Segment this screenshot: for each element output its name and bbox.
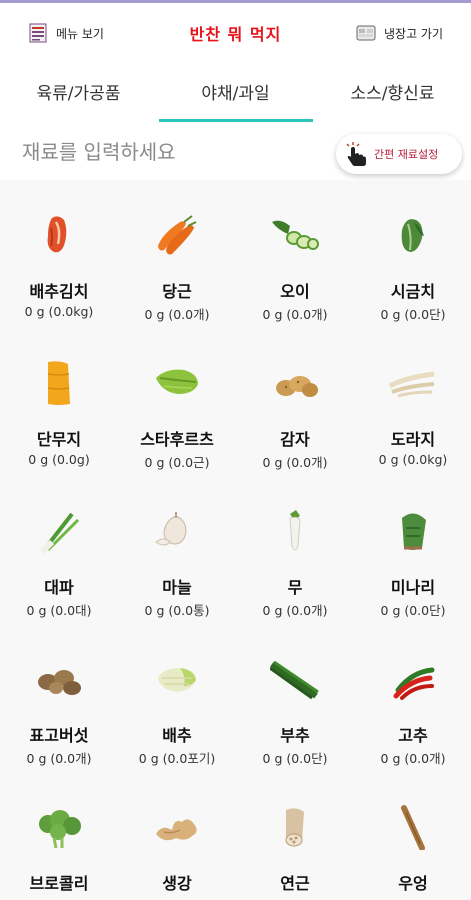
ingredient-amount: 0 g (0.0개) [262, 603, 328, 618]
ingredient-name: 우엉 [398, 874, 428, 893]
ingredient-name: 스타후르츠 [140, 430, 214, 449]
ginger-icon [156, 819, 197, 841]
ingredient-name: 부추 [280, 726, 310, 745]
ingredient-amount: 0 g (0.0단) [380, 603, 446, 618]
ingredient-name: 배추김치 [29, 282, 89, 301]
ingredient-item[interactable]: 시금치 0 g (0.0단) [354, 180, 471, 328]
ingredient-amount: 0 g (0.0대) [26, 603, 92, 618]
ingredient-item[interactable]: 표고버섯 0 g (0.0개) [0, 624, 118, 772]
ingredient-item[interactable]: 배추김치 0 g (0.0kg) [0, 180, 118, 328]
ingredient-item[interactable]: 생강 [118, 772, 236, 900]
ingredient-item[interactable]: 배추 0 g (0.0포기) [118, 624, 236, 772]
ingredient-amount: 0 g (0.0개) [26, 751, 92, 766]
ingredient-item[interactable]: 도라지 0 g (0.0kg) [354, 328, 471, 476]
quick-ingredient-setup-button[interactable]: 간편 재료설정 [336, 134, 462, 174]
fridge-icon [356, 25, 376, 41]
kimchi-icon [47, 216, 67, 253]
ingredient-item[interactable]: 무 0 g (0.0개) [236, 476, 354, 624]
carrot-icon [158, 215, 197, 255]
bellflower-root-icon [388, 371, 435, 398]
lotus-root-icon [285, 808, 304, 847]
search-bar: 간편 재료설정 [0, 122, 471, 180]
ingredient-name: 배추 [162, 726, 192, 745]
potato-icon [276, 376, 318, 397]
quick-ingredient-setup-label: 간편 재료설정 [374, 148, 439, 161]
ingredient-amount: 0 g (0.0통) [144, 603, 210, 618]
napa-cabbage-icon [158, 668, 196, 692]
ingredient-item[interactable]: 오이 0 g (0.0개) [236, 180, 354, 328]
ingredient-item[interactable]: 단무지 0 g (0.0g) [0, 328, 118, 476]
broccoli-icon [39, 810, 81, 849]
ingredient-amount: 0 g (0.0단) [380, 307, 446, 322]
garlic-icon [155, 512, 187, 546]
ingredient-name: 브로콜리 [29, 874, 89, 893]
ingredient-search-input[interactable] [22, 134, 312, 170]
ingredient-name: 시금치 [390, 282, 436, 301]
pickled-radish-icon [47, 361, 70, 405]
ingredient-name: 연근 [280, 874, 310, 893]
ingredient-amount: 0 g (0.0개) [262, 307, 328, 322]
ingredient-amount: 0 g (0.0개) [262, 455, 328, 470]
ingredient-name: 오이 [280, 282, 310, 301]
ingredient-name: 당근 [162, 282, 192, 301]
radish-icon [289, 510, 301, 551]
fridge-label: 냉장고 가기 [383, 26, 443, 41]
ingredient-amount: 0 g (0.0단) [262, 751, 328, 766]
ingredient-item[interactable]: 대파 0 g (0.0대) [0, 476, 118, 624]
cucumber-icon [272, 220, 319, 250]
ingredient-amount: 0 g (0.0포기) [138, 751, 216, 766]
fridge-button[interactable]: 냉장고 가기 [356, 23, 443, 43]
hand-pointer-icon [346, 142, 366, 166]
ingredient-grid: 배추김치 0 g (0.0kg) 당근 0 g (0.0개) 오이 0 g (0… [0, 180, 471, 900]
ingredient-item[interactable]: 마늘 0 g (0.0통) [118, 476, 236, 624]
ingredient-name: 단무지 [36, 430, 82, 449]
tab-meat[interactable]: 육류/가공품 [0, 72, 157, 120]
category-tabs: 육류/가공품 야채/과일 소스/향신료 [0, 72, 471, 122]
chives-icon [270, 660, 319, 700]
ingredient-amount: 0 g (0.0개) [380, 751, 446, 766]
app-header: 메뉴 보기 반찬 뭐 먹지 냉장고 가기 [0, 3, 471, 61]
ingredient-name: 표고버섯 [29, 726, 89, 745]
ingredient-amount: 0 g (0.0개) [144, 307, 210, 322]
ingredient-name: 감자 [280, 430, 310, 449]
ingredient-name: 무 [287, 578, 303, 597]
ingredient-amount: 0 g (0.0근) [144, 455, 210, 470]
ingredient-item[interactable]: 연근 [236, 772, 354, 900]
green-onion-icon [39, 512, 80, 554]
starfruit-icon [156, 369, 198, 394]
ingredient-item[interactable]: 감자 0 g (0.0개) [236, 328, 354, 476]
ingredient-item[interactable]: 미나리 0 g (0.0단) [354, 476, 471, 624]
tab-vegetables[interactable]: 야채/과일 [157, 72, 314, 120]
ingredient-name: 미나리 [390, 578, 436, 597]
shiitake-icon [38, 670, 81, 695]
tab-sauces[interactable]: 소스/향신료 [314, 72, 471, 120]
ingredient-item[interactable]: 브로콜리 [0, 772, 118, 900]
ingredient-item[interactable]: 우엉 [354, 772, 471, 900]
ingredient-item[interactable]: 고추 0 g (0.0개) [354, 624, 471, 772]
ingredient-item[interactable]: 스타후르츠 0 g (0.0근) [118, 328, 236, 476]
ingredient-name: 대파 [44, 578, 74, 597]
ingredient-item[interactable]: 부추 0 g (0.0단) [236, 624, 354, 772]
burdock-icon [401, 805, 425, 850]
spinach-icon [401, 219, 424, 252]
ingredient-amount: 0 g (0.0kg) [24, 304, 94, 319]
ingredient-amount: 0 g (0.0kg) [378, 452, 448, 467]
ingredient-name: 마늘 [162, 578, 192, 597]
ingredient-amount: 0 g (0.0g) [28, 452, 90, 467]
ingredient-name: 생강 [162, 874, 192, 893]
ingredient-name: 고추 [398, 726, 428, 745]
ingredient-item[interactable]: 당근 0 g (0.0개) [118, 180, 236, 328]
chili-pepper-icon [393, 667, 435, 700]
ingredient-name: 도라지 [390, 430, 436, 449]
water-parsley-icon [402, 513, 426, 550]
